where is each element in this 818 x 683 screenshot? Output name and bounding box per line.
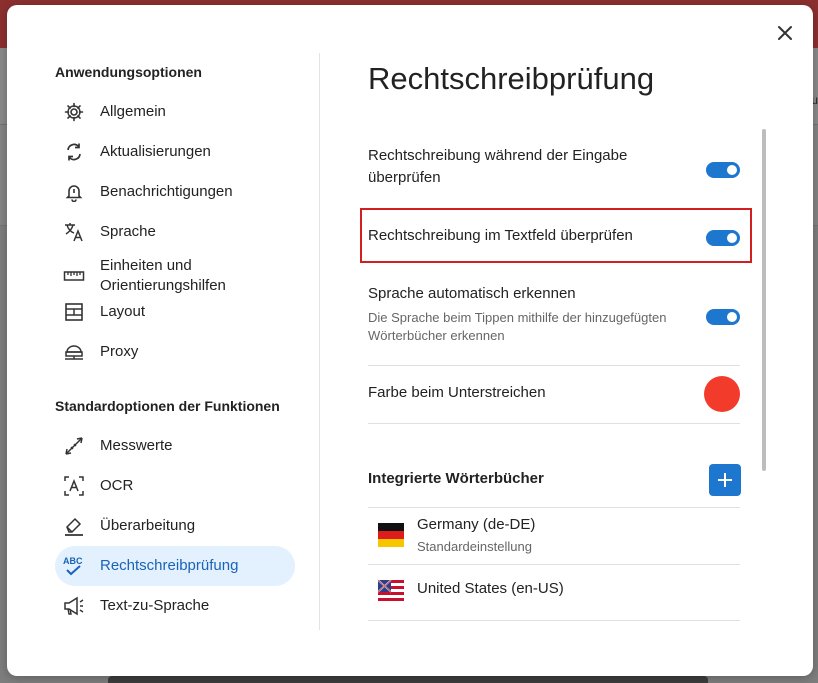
sidebar-item-label: Layout (100, 303, 146, 320)
toggle-knob (727, 165, 737, 175)
divider (368, 620, 740, 621)
sidebar-item-label: Text-zu-Sprache (100, 597, 210, 614)
setting-label: Rechtschreibung während der Eingabe über… (368, 147, 628, 186)
spellcheck-icon: ABC (62, 554, 86, 578)
divider (368, 423, 740, 424)
background-bottom-strip (108, 676, 708, 683)
setting-sublabel: Die Sprache beim Tippen mithilfe der hin… (368, 310, 667, 343)
sidebar-item-allgemein[interactable]: Allgemein (55, 92, 295, 132)
bell-icon (62, 180, 86, 204)
toggle-auto-detect-language[interactable] (706, 309, 740, 325)
sidebar-item-proxy[interactable]: Proxy (55, 332, 295, 372)
sidebar-item-label: Sprache (100, 223, 156, 240)
sidebar-item-einheiten[interactable]: Einheiten und Orientierungshilfen (55, 256, 295, 296)
setting-label: Farbe beim Unterstreichen (368, 384, 546, 401)
setting-row-spellcheck-typing: Rechtschreibung während der Eingabe über… (368, 145, 740, 189)
setting-row-auto-detect-language: Sprache automatisch erkennen Die Sprache… (368, 283, 740, 347)
plus-icon (718, 473, 732, 487)
section-title-function-options: Standardoptionen der Funktionen (55, 398, 280, 414)
sidebar-item-messwerte[interactable]: Messwerte (55, 426, 295, 466)
toggle-spellcheck-typing[interactable] (706, 162, 740, 178)
dictionary-name: United States (en-US) (417, 580, 564, 597)
settings-main: Rechtschreibprüfung Rechtschreibung währ… (320, 5, 813, 676)
sidebar-item-label: OCR (100, 477, 134, 494)
megaphone-icon (62, 594, 86, 618)
sidebar-item-aktualisierungen[interactable]: Aktualisierungen (55, 132, 295, 172)
dictionary-sublabel: Standardeinstellung (417, 539, 532, 554)
sidebar-item-ueberarbeitung[interactable]: Überarbeitung (55, 506, 295, 546)
sidebar-item-label: Benachrichtigungen (100, 183, 233, 200)
sidebar-item-label: Messwerte (100, 437, 173, 454)
layout-icon (62, 300, 86, 324)
eraser-icon (62, 514, 86, 538)
sidebar-item-label: Allgemein (100, 103, 166, 120)
germany-flag-icon (378, 523, 404, 547)
toggle-knob (727, 312, 737, 322)
sidebar-item-label: Einheiten und Orientierungshilfen (100, 257, 226, 294)
sidebar-item-rechtschreibpruefung[interactable]: ABC Rechtschreibprüfung (55, 546, 295, 586)
sidebar-item-label: Überarbeitung (100, 517, 196, 534)
setting-row-spellcheck-textfield: Rechtschreibung im Textfeld überprüfen (368, 225, 740, 247)
sidebar-item-text-zu-sprache[interactable]: Text-zu-Sprache (55, 586, 295, 626)
dictionary-name: Germany (de-DE) (417, 516, 536, 533)
sidebar-item-layout[interactable]: Layout (55, 292, 295, 332)
sidebar-item-benachrichtigungen[interactable]: Benachrichtigungen (55, 172, 295, 212)
ocr-icon (62, 474, 86, 498)
setting-label: Rechtschreibung im Textfeld überprüfen (368, 227, 633, 244)
sidebar-item-label: Aktualisierungen (100, 143, 211, 160)
sidebar-item-label: Rechtschreibprüfung (100, 557, 239, 574)
sidebar-item-ocr[interactable]: OCR (55, 466, 295, 506)
add-dictionary-button[interactable] (709, 464, 741, 496)
refresh-icon (62, 140, 86, 164)
color-swatch[interactable] (704, 376, 740, 412)
dictionary-row[interactable]: United States (en-US) (368, 565, 740, 621)
ruler-icon (62, 264, 86, 288)
page-title: Rechtschreibprüfung (368, 61, 655, 96)
us-flag-icon (378, 580, 404, 604)
gear-icon (62, 100, 86, 124)
toggle-knob (727, 233, 737, 243)
scrollbar[interactable] (762, 129, 766, 471)
toggle-spellcheck-textfield[interactable] (706, 230, 740, 246)
svg-text:ABC: ABC (63, 556, 83, 566)
dictionaries-title: Integrierte Wörterbücher (368, 470, 544, 487)
setting-label: Sprache automatisch erkennen (368, 285, 576, 302)
section-title-app-options: Anwendungsoptionen (55, 64, 202, 80)
measure-icon (62, 434, 86, 458)
dictionary-row[interactable]: Germany (de-DE) Standardeinstellung (368, 508, 740, 564)
sidebar-item-label: Proxy (100, 343, 139, 360)
proxy-icon (62, 340, 86, 364)
sidebar-item-sprache[interactable]: Sprache (55, 212, 295, 252)
setting-row-underline-color: Farbe beim Unterstreichen (368, 376, 740, 412)
divider (368, 365, 740, 366)
translate-icon (62, 220, 86, 244)
settings-sidebar: Anwendungsoptionen Allgemein Aktualisier… (7, 5, 319, 676)
settings-dialog: Anwendungsoptionen Allgemein Aktualisier… (7, 5, 813, 676)
